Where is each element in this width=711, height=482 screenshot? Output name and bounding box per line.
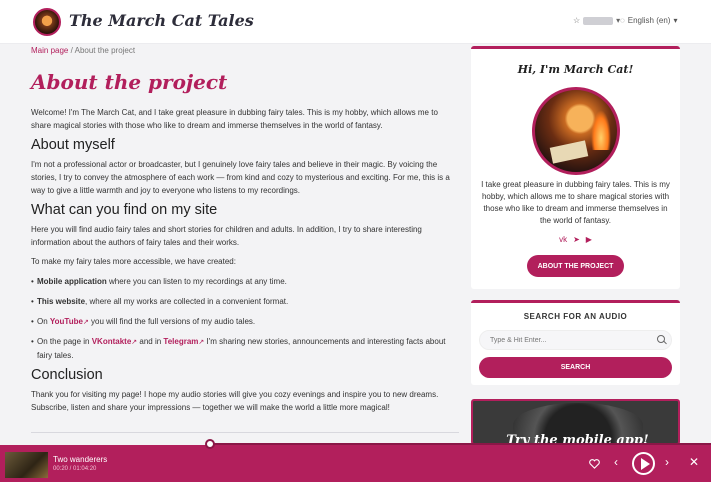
list-item: On the page in VKontakte↗ and in Telegra… <box>31 335 457 362</box>
social-links: vk ➤ ▶ <box>471 235 680 244</box>
list-item-text: you will find the full versions of my au… <box>88 317 256 326</box>
site-logo[interactable] <box>33 8 61 36</box>
page-title: About the project <box>31 70 228 94</box>
heart-icon[interactable] <box>589 459 600 469</box>
youtube-icon[interactable]: ▶ <box>586 235 592 244</box>
find-paragraph: Here you will find audio fairy tales and… <box>31 225 422 247</box>
accessible-paragraph: To make my fairy tales more accessible, … <box>31 257 236 266</box>
profile-card-title: Hi, I'm March Cat! <box>517 63 634 76</box>
list-item: Mobile application where you can listen … <box>31 275 457 288</box>
list-item-text: , where all my works are collected in a … <box>85 297 289 306</box>
about-project-button[interactable]: ABOUT THE PROJECT <box>527 255 624 277</box>
breadcrumb-current: About the project <box>74 46 136 55</box>
search-button[interactable]: SEARCH <box>479 357 672 378</box>
conclusion-paragraph: Thank you for visiting my page! I hope m… <box>31 390 439 412</box>
telegram-link[interactable]: Telegram <box>163 337 198 346</box>
player-progress-fill <box>0 443 210 445</box>
language-label: English (en) <box>627 16 671 25</box>
profile-card: Hi, I'm March Cat! I take great pleasure… <box>471 46 680 289</box>
track-thumbnail <box>5 452 48 478</box>
player-progress-handle[interactable] <box>204 439 215 449</box>
list-item: On YouTube↗ you will find the full versi… <box>31 315 457 329</box>
globe-icon: ◌ <box>620 16 625 25</box>
breadcrumb-separator: / <box>70 46 73 55</box>
play-button[interactable] <box>632 452 655 475</box>
search-card: SEARCH FOR AN AUDIO SEARCH <box>471 300 680 385</box>
heading-about-myself: About myself <box>31 137 115 153</box>
list-item-text: On <box>37 317 50 326</box>
search-card-title: SEARCH FOR AN AUDIO <box>523 312 628 321</box>
track-time: 00:20 / 01:04:20 <box>53 466 97 472</box>
star-icon: ☆ <box>573 16 581 25</box>
telegram-icon[interactable]: ➤ <box>573 235 580 244</box>
chevron-down-icon: ▾ <box>673 16 678 25</box>
about-paragraph: I'm not a professional actor or broadcas… <box>31 160 450 195</box>
list-item-bold: This website <box>37 297 86 306</box>
user-name-blurred <box>583 16 614 25</box>
book-image <box>549 140 589 164</box>
content-divider <box>31 432 459 433</box>
search-icon[interactable] <box>657 335 665 343</box>
youtube-link[interactable]: YouTube <box>50 317 83 326</box>
language-selector[interactable]: ◌ English (en) ▾ <box>620 16 677 25</box>
heading-what-can-you-find: What can you find on my site <box>31 202 218 218</box>
list-item-text: and in <box>137 337 164 346</box>
next-track-icon[interactable]: › <box>665 456 669 468</box>
user-menu[interactable]: ☆ ▾ <box>573 16 620 25</box>
list-item-text: On the page in <box>37 337 92 346</box>
close-icon[interactable]: ✕ <box>689 456 699 468</box>
vk-icon[interactable]: vk <box>559 235 567 244</box>
heading-conclusion: Conclusion <box>31 367 103 383</box>
previous-track-icon[interactable]: ‹ <box>614 456 618 468</box>
list-item: This website, where all my works are col… <box>31 295 457 308</box>
breadcrumb: Main page / About the project <box>31 46 135 55</box>
track-title: Two wanderers <box>53 455 108 464</box>
search-input[interactable] <box>479 330 672 350</box>
avatar <box>532 87 620 175</box>
breadcrumb-home-link[interactable]: Main page <box>31 46 68 55</box>
fireplace-image <box>591 110 611 150</box>
list-item-text: where you can listen to my recordings at… <box>106 277 287 286</box>
mobile-app-promo[interactable]: Try the mobile app! <box>471 399 680 445</box>
intro-paragraph: Welcome! I'm The March Cat, and I take g… <box>31 108 438 130</box>
profile-card-text: I take great pleasure in dubbing fairy t… <box>481 180 670 225</box>
list-item-bold: Mobile application <box>37 277 107 286</box>
vkontakte-link[interactable]: VKontakte <box>92 337 132 346</box>
site-title[interactable]: The March Cat Tales <box>69 11 254 30</box>
